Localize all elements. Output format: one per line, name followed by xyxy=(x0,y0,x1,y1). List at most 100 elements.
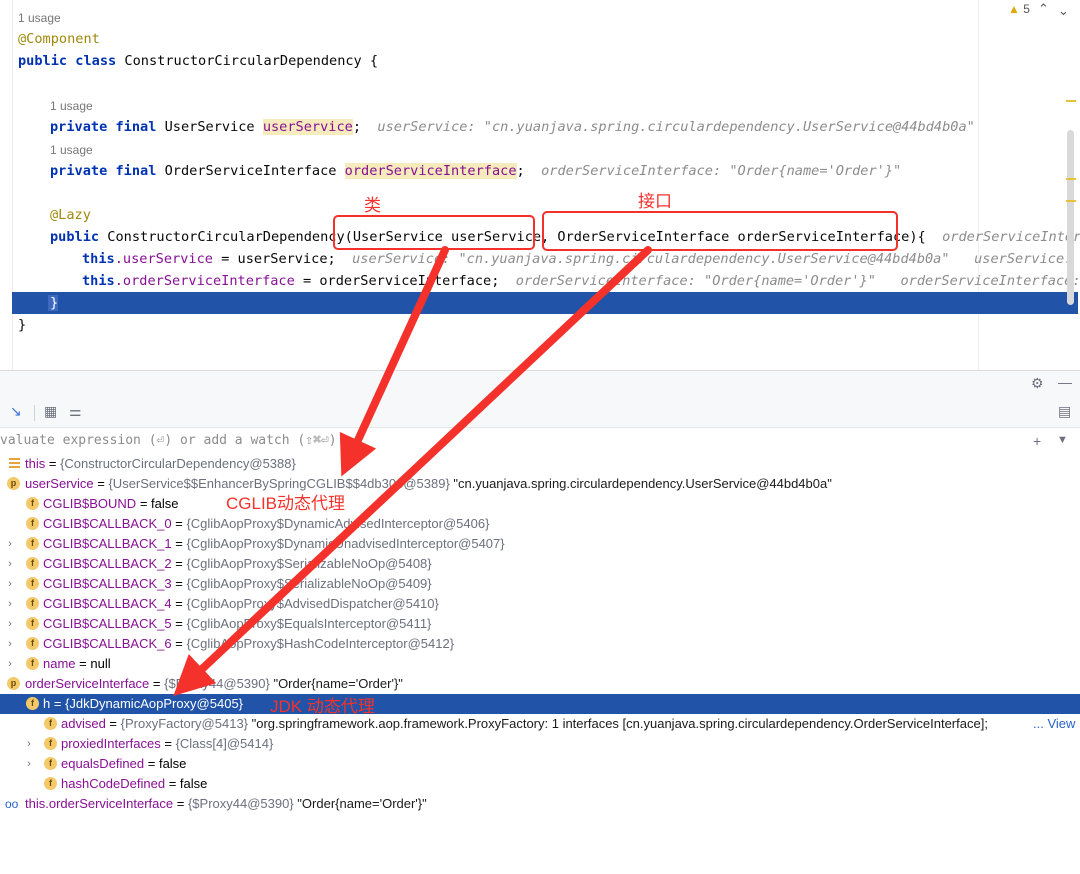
warning-triangle-icon: ▲ xyxy=(1008,2,1020,16)
var-value: "cn.yuanjava.spring.circulardependency.U… xyxy=(449,476,832,491)
tree-row-cglib-callback-0[interactable]: › f CGLIB$CALLBACK_0 = {CglibAopProxy$Dy… xyxy=(0,514,1080,550)
warning-stripe-mark[interactable] xyxy=(1066,178,1076,180)
inline-value-hint: userService: "cn.yuanjava.spring.circula… xyxy=(352,251,950,267)
annotation-box-class-param xyxy=(333,215,535,250)
step-into-icon[interactable]: ↘ xyxy=(10,403,22,420)
tree-row-cglib-callback-3[interactable]: › f CGLIB$CALLBACK_3 = {CglibAopProxy$Se… xyxy=(0,574,1080,610)
annotation-label-class: 类 xyxy=(364,196,381,215)
field-icon: f xyxy=(44,717,57,730)
field-icon: f xyxy=(26,557,39,570)
keyword-class: class xyxy=(75,53,117,69)
var-type: {CglibAopProxy$SerializableNoOp@5409} xyxy=(186,576,432,591)
assignment-userservice: = userService; xyxy=(212,251,336,267)
view-more-link[interactable]: ... View xyxy=(1031,714,1076,734)
equals: = xyxy=(105,716,121,731)
filter-icon[interactable]: ⚌ xyxy=(69,403,82,420)
debugger-panel: ⚙ — ↘ ▦ ⚌ ▤ valuate expression (⏎) or ad… xyxy=(0,370,1080,825)
var-value: false xyxy=(179,776,208,791)
annotation-label-cglib: CGLIB动态代理 xyxy=(226,494,346,513)
field-ref-userservice: .userService xyxy=(114,251,213,267)
warning-indicator[interactable]: ▲ 5 xyxy=(1008,2,1030,16)
field-icon: f xyxy=(26,537,39,550)
plus-icon[interactable]: + xyxy=(1033,433,1041,449)
var-name: CGLIB$CALLBACK_2 xyxy=(43,556,172,571)
tree-row-userservice[interactable]: p userService = {UserService$$EnhancerBy… xyxy=(0,474,1080,494)
var-type: {$Proxy44@5390} xyxy=(164,676,270,691)
expression-placeholder: valuate expression (⏎) or add a watch (⇧… xyxy=(0,433,337,448)
watch-glasses-icon: oo xyxy=(5,797,19,811)
inline-value-hint: orderServiceInterface: "Order{name='Orde… xyxy=(515,273,876,289)
equals: = xyxy=(171,636,187,651)
field-icon: f xyxy=(26,637,39,650)
warning-count: 5 xyxy=(1023,2,1030,16)
evaluate-expression-field[interactable]: valuate expression (⏎) or add a watch (⇧… xyxy=(0,428,1080,455)
var-type: {CglibAopProxy$SerializableNoOp@5408} xyxy=(186,556,432,571)
assignment-orderservice: = orderServiceInterface; xyxy=(294,273,500,289)
code-line-class-declaration: public class ConstructorCircularDependen… xyxy=(18,50,378,72)
var-name: this.orderServiceInterface xyxy=(25,796,174,811)
warning-stripe-mark[interactable] xyxy=(1066,200,1076,202)
equals: = xyxy=(171,616,187,631)
chevron-up-icon[interactable]: ⌃ xyxy=(1038,1,1049,17)
layout-icon[interactable]: ▤ xyxy=(1058,403,1071,420)
tree-row-this[interactable]: this = {ConstructorCircularDependency@53… xyxy=(0,454,1080,474)
parameter-icon: p xyxy=(7,677,20,690)
equals: = xyxy=(75,656,91,671)
tree-row-advised[interactable]: › f advised = {ProxyFactory@5413} "org.s… xyxy=(0,714,1080,750)
tree-row-cglib-callback-1[interactable]: › f CGLIB$CALLBACK_1 = {CglibAopProxy$Dy… xyxy=(0,534,1080,570)
field-ref-orderservice: .orderServiceInterface xyxy=(114,273,295,289)
variables-tree[interactable]: this = {ConstructorCircularDependency@53… xyxy=(0,454,1080,825)
chevron-down-icon[interactable]: ⌄ xyxy=(1058,3,1069,19)
toolbar-separator xyxy=(34,405,35,421)
var-value: "org.springframework.aop.framework.Proxy… xyxy=(248,716,988,731)
right-margin-guide xyxy=(978,0,979,370)
var-name: userService xyxy=(25,476,94,491)
usage-hint-orderservice[interactable]: 1 usage xyxy=(50,142,93,158)
var-name: CGLIB$BOUND xyxy=(43,496,137,511)
tree-row-h-selected[interactable]: ⌄ f h = {JdkDynamicAopProxy@5405} xyxy=(0,694,1080,730)
tree-row-proxiedinterfaces[interactable]: › f proxiedInterfaces = {Class[4]@5414} xyxy=(0,734,1080,770)
code-line-annotation: @Component xyxy=(18,28,100,50)
tree-row-hashcodedefined[interactable]: f hashCodeDefined = false xyxy=(0,774,1080,794)
tree-row-cglib-bound[interactable]: f CGLIB$BOUND = false xyxy=(0,494,1080,514)
equals: = xyxy=(165,776,180,791)
var-name: CGLIB$CALLBACK_3 xyxy=(43,576,172,591)
field-orderservice: orderServiceInterface xyxy=(344,163,517,179)
warning-stripe-mark[interactable] xyxy=(1066,100,1076,102)
tree-row-cglib-callback-4[interactable]: › f CGLIB$CALLBACK_4 = {CglibAopProxy$Ad… xyxy=(0,594,1080,630)
tree-row-name[interactable]: f name = null xyxy=(0,654,1080,674)
equals: = xyxy=(171,596,187,611)
equals: = xyxy=(171,576,187,591)
keyword-public: public xyxy=(50,229,100,245)
var-type: {$Proxy44@5390} xyxy=(187,796,294,811)
editor-scrollbar[interactable] xyxy=(1067,130,1074,305)
gear-icon[interactable]: ⚙ xyxy=(1031,375,1044,392)
tree-row-cglib-callback-6[interactable]: › f CGLIB$CALLBACK_6 = {CglibAopProxy$Ha… xyxy=(0,634,1080,670)
tree-row-watch-orderserviceinterface[interactable]: oo this.orderServiceInterface = {$Proxy4… xyxy=(0,794,1080,814)
var-type: {CglibAopProxy$AdvisedDispatcher@5410} xyxy=(186,596,439,611)
var-name: CGLIB$CALLBACK_1 xyxy=(43,536,172,551)
var-name: name xyxy=(43,656,76,671)
code-line-close-class: } xyxy=(18,317,27,333)
tree-row-cglib-callback-2[interactable]: › f CGLIB$CALLBACK_2 = {CglibAopProxy$Se… xyxy=(0,554,1080,590)
minus-icon[interactable]: — xyxy=(1058,374,1072,390)
code-line-close-constructor: } xyxy=(50,295,59,311)
field-icon: f xyxy=(26,517,39,530)
code-editor[interactable]: 1 usage @Component public class Construc… xyxy=(0,0,1080,370)
debugger-toolbar: ↘ ▦ ⚌ ▤ xyxy=(0,397,1080,428)
keyword-private: private xyxy=(50,119,108,135)
var-value: "Order{name='Order'}" xyxy=(293,796,427,811)
tree-row-orderserviceinterface[interactable]: p orderServiceInterface = {$Proxy44@5390… xyxy=(0,674,1080,694)
tree-row-cglib-callback-5[interactable]: › f CGLIB$CALLBACK_5 = {CglibAopProxy$Eq… xyxy=(0,614,1080,650)
field-icon: f xyxy=(26,657,39,670)
table-view-icon[interactable]: ▦ xyxy=(44,403,57,420)
usage-hint-userservice[interactable]: 1 usage xyxy=(50,98,93,114)
debugger-header: ⚙ — xyxy=(0,370,1080,398)
var-value: "Order{name='Order'}" xyxy=(269,676,403,691)
chevron-down-icon[interactable]: ▼ xyxy=(1057,434,1068,446)
var-type-tail: db306@5389} xyxy=(367,476,450,491)
usage-hint-class[interactable]: 1 usage xyxy=(18,10,61,26)
equals: = xyxy=(173,796,188,811)
equals: = xyxy=(171,556,187,571)
tree-row-equalsdefined[interactable]: f equalsDefined = false xyxy=(0,754,1080,774)
